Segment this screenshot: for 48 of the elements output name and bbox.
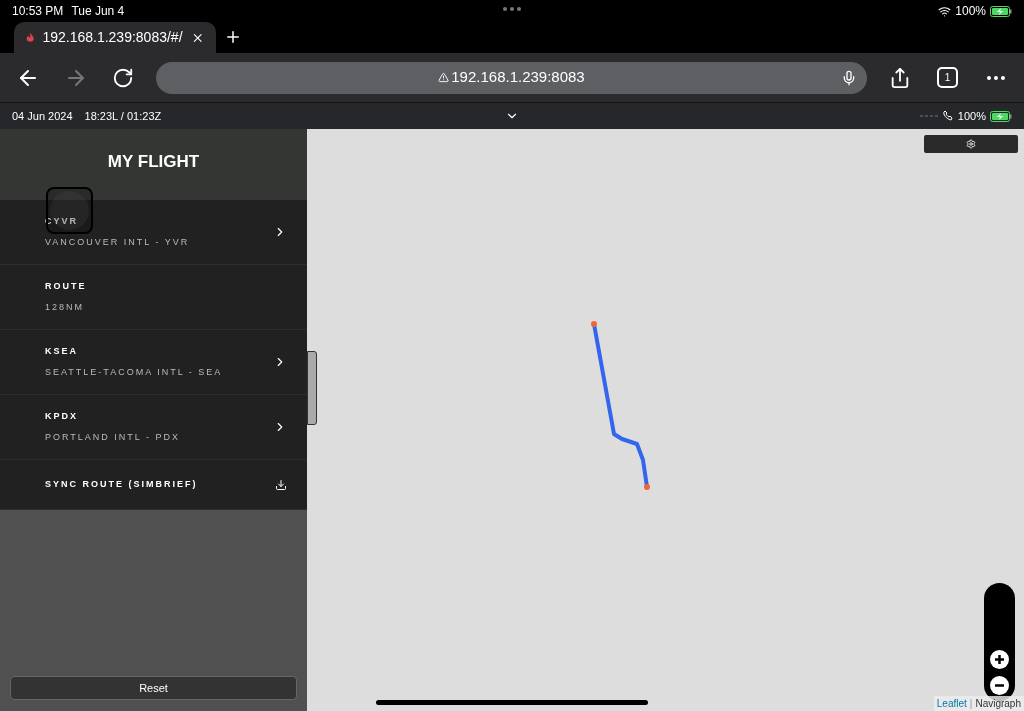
- item-subtitle: VANCOUVER INTL - YVR: [45, 236, 190, 249]
- multitasking-dots-icon: [503, 7, 521, 11]
- tab-count-button[interactable]: 1: [937, 67, 958, 88]
- item-title: SYNC ROUTE (SIMBRIEF): [45, 477, 198, 491]
- status-time: 10:53 PM: [12, 3, 64, 20]
- zoom-out-icon[interactable]: [990, 676, 1009, 695]
- app-battery-icon: [990, 110, 1012, 122]
- sidebar-title: MY FLIGHT: [107, 150, 200, 173]
- warning-icon: [438, 72, 450, 83]
- item-subtitle: 128NM: [45, 301, 85, 314]
- settings-button[interactable]: [924, 135, 1018, 153]
- url-text: 192.168.1.239:8083: [451, 67, 585, 88]
- item-subtitle: SEATTLE-TACOMA INTL - SEA: [45, 366, 223, 379]
- map-area[interactable]: Leaflet | Navigraph: [307, 129, 1024, 711]
- waypoint-marker: [591, 321, 597, 327]
- item-title: ROUTE: [45, 279, 87, 293]
- sidebar-item[interactable]: ROUTE 128NM: [0, 265, 307, 330]
- reload-icon[interactable]: [111, 66, 134, 89]
- wifi-icon: [938, 4, 952, 18]
- sidebar-item[interactable]: SYNC ROUTE (SIMBRIEF): [0, 460, 307, 510]
- sidebar-item[interactable]: KPDX PORTLAND INTL - PDX: [0, 395, 307, 460]
- sidebar-item[interactable]: KSEA SEATTLE-TACOMA INTL - SEA: [0, 330, 307, 395]
- app-battery-percent: 100%: [957, 108, 986, 124]
- item-title: KPDX: [45, 409, 79, 423]
- drawer-handle[interactable]: [307, 351, 317, 425]
- flame-favicon-icon: [26, 31, 35, 44]
- download-icon: [275, 478, 287, 491]
- app-time: 18:23L / 01:23Z: [84, 108, 162, 124]
- tab-title: 192.168.1.239:8083/#/: [42, 28, 183, 47]
- status-date: Tue Jun 4: [71, 3, 125, 20]
- zoom-in-icon[interactable]: [990, 650, 1009, 669]
- dashes-icon: [919, 115, 938, 117]
- separator: |: [969, 697, 973, 711]
- item-subtitle: PORTLAND INTL - PDX: [45, 431, 181, 444]
- attribution-text: Navigraph: [975, 697, 1021, 711]
- address-field[interactable]: 192.168.1.239:8083: [155, 61, 868, 94]
- item-title: KSEA: [45, 344, 79, 358]
- phone-icon: [941, 110, 954, 122]
- settings-icon: [966, 139, 976, 149]
- app-date: 04 Jun 2024: [12, 108, 73, 124]
- new-tab-icon[interactable]: [224, 28, 242, 46]
- battery-percent: 100%: [955, 3, 986, 20]
- assistive-touch-button[interactable]: [46, 187, 93, 234]
- battery-icon: [990, 5, 1012, 17]
- waypoint-marker: [644, 484, 650, 490]
- browser-tab[interactable]: 192.168.1.239:8083/#/: [14, 22, 216, 53]
- leaflet-link[interactable]: Leaflet: [936, 696, 967, 711]
- reset-button[interactable]: Reset: [10, 676, 297, 700]
